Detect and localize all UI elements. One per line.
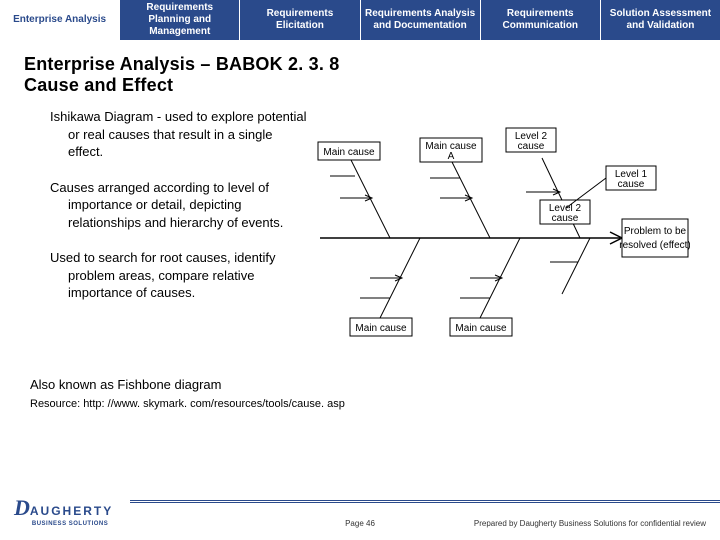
text-column: Ishikawa Diagram - used to explore poten… (30, 108, 310, 373)
label-lower-cause-right: Main cause (455, 323, 507, 334)
body: Ishikawa Diagram - used to explore poten… (0, 108, 720, 373)
page-number: Page 46 (345, 519, 375, 528)
paragraph-1: Ishikawa Diagram - used to explore poten… (30, 108, 310, 161)
page-title: Enterprise Analysis – BABOK 2. 3. 8 Caus… (24, 54, 720, 96)
also-known-as: Also known as Fishbone diagram (30, 377, 720, 392)
footer: D AUGHERTY BUSINESS SOLUTIONS Page 46 Pr… (0, 492, 720, 530)
tab-solution-assessment[interactable]: Solution Assessment and Validation (601, 0, 720, 40)
tab-requirements-analysis[interactable]: Requirements Analysis and Documentation (361, 0, 481, 40)
label-upper-cause-left: Main cause (323, 147, 375, 158)
slide: { "tabs": [ { "label": "Enterprise Analy… (0, 0, 720, 540)
label-problem-1: Problem to be (624, 226, 687, 237)
tab-requirements-planning[interactable]: Requirements Planning and Management (120, 0, 240, 40)
svg-text:A: A (448, 151, 455, 162)
fishbone-diagram: Problem to be resolved (effect) Main cau… (310, 108, 700, 373)
footer-divider (130, 500, 720, 501)
tab-enterprise-analysis[interactable]: Enterprise Analysis (0, 0, 120, 40)
logo-text: AUGHERTY (30, 504, 113, 518)
svg-text:cause: cause (552, 213, 579, 224)
title-line-2: Cause and Effect (24, 75, 173, 95)
resource-link: Resource: http: //www. skymark. com/reso… (30, 398, 720, 410)
logo-d-icon: D (14, 495, 30, 521)
logo-subtext: BUSINESS SOLUTIONS (32, 521, 108, 527)
svg-text:cause: cause (618, 179, 645, 190)
logo: D AUGHERTY BUSINESS SOLUTIONS (14, 495, 113, 527)
label-problem-2: resolved (effect) (619, 240, 690, 251)
title-line-1: Enterprise Analysis – BABOK 2. 3. 8 (24, 54, 339, 74)
tab-requirements-elicitation[interactable]: Requirements Elicitation (240, 0, 360, 40)
nav-tabs: Enterprise Analysis Requirements Plannin… (0, 0, 720, 40)
tab-requirements-communication[interactable]: Requirements Communication (481, 0, 601, 40)
paragraph-3: Used to search for root causes, identify… (30, 249, 310, 302)
confidential-notice: Prepared by Daugherty Business Solutions… (474, 519, 706, 528)
paragraph-2: Causes arranged according to level of im… (30, 179, 310, 232)
svg-text:cause: cause (518, 141, 545, 152)
label-lower-cause-left: Main cause (355, 323, 407, 334)
fishbone-svg: Problem to be resolved (effect) Main cau… (310, 108, 690, 368)
